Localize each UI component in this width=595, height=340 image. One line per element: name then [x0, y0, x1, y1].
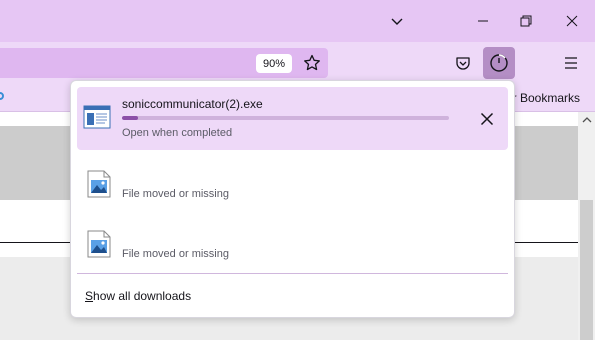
menu-icon: [565, 57, 577, 69]
close-icon: [566, 15, 578, 27]
star-icon: [304, 54, 320, 71]
download-status: Open when completed: [122, 127, 233, 139]
download-progress-fill: [122, 116, 139, 120]
restore-button[interactable]: [503, 4, 549, 38]
download-item[interactable]: [77, 218, 508, 272]
scroll-up-button[interactable]: [578, 112, 595, 128]
other-bookmarks-button[interactable]: er Bookmarks: [506, 91, 580, 105]
app-menu-button[interactable]: [561, 53, 581, 73]
restore-icon: [520, 15, 532, 27]
pocket-button[interactable]: [453, 53, 473, 73]
chevron-down-icon: [391, 18, 403, 25]
close-icon: [480, 112, 494, 126]
download-status: File moved or missing: [122, 248, 229, 260]
bookmark-star-button[interactable]: [302, 53, 322, 73]
image-file-icon: [87, 230, 111, 258]
pocket-icon: [456, 57, 470, 70]
show-all-downloads-button[interactable]: Show all downloads: [85, 289, 191, 303]
download-status: File moved or missing: [122, 188, 229, 200]
download-progress-bar: [122, 116, 449, 120]
scrollbar-thumb[interactable]: [580, 200, 593, 340]
show-all-label: how all downloads: [93, 289, 192, 303]
downloads-icon: [490, 54, 508, 72]
chevron-up-icon: [582, 117, 591, 123]
minimize-icon: [478, 20, 488, 22]
image-file-icon: [87, 170, 111, 198]
list-all-tabs-button[interactable]: [374, 4, 420, 38]
access-key: S: [85, 289, 94, 303]
minimize-button[interactable]: [460, 4, 506, 38]
panel-separator: [77, 273, 508, 274]
downloads-button[interactable]: [483, 47, 515, 79]
download-item[interactable]: [77, 158, 508, 214]
exe-file-icon: [83, 105, 111, 129]
download-filename: soniccommunicator(2).exe: [122, 97, 263, 111]
cancel-download-button[interactable]: [474, 106, 500, 132]
close-window-button[interactable]: [549, 4, 595, 38]
zoom-reset-button[interactable]: 90%: [256, 54, 292, 73]
